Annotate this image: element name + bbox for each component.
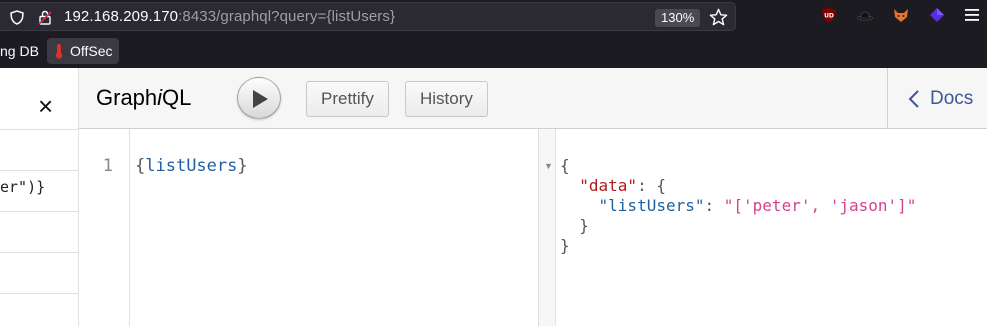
svg-text:UD: UD bbox=[824, 13, 834, 20]
divider bbox=[0, 170, 78, 171]
divider bbox=[0, 293, 78, 294]
query-editor[interactable]: 1 {listUsers} bbox=[79, 129, 538, 326]
side-panel: × er")} bbox=[0, 68, 79, 326]
chevron-left-icon bbox=[908, 90, 919, 108]
graphiql-toolbar: GraphiQL Prettify History Docs bbox=[79, 68, 987, 129]
line-gutter: 1 bbox=[79, 129, 130, 326]
execute-query-button[interactable] bbox=[237, 77, 281, 119]
query-code[interactable]: {listUsers} bbox=[135, 156, 248, 176]
star-icon[interactable] bbox=[709, 8, 728, 27]
lock-icon[interactable] bbox=[38, 10, 52, 25]
hamburger-menu-icon[interactable] bbox=[964, 8, 980, 22]
divider bbox=[0, 129, 78, 130]
result-gutter: ▼ bbox=[538, 129, 556, 326]
history-button[interactable]: History bbox=[405, 81, 488, 117]
result-json: { "data": { "listUsers": "['peter', 'jas… bbox=[560, 156, 917, 255]
browser-toolbar: 192.168.209.170:8433/graphql?query={list… bbox=[0, 0, 987, 68]
prettify-button[interactable]: Prettify bbox=[306, 81, 389, 117]
result-viewer[interactable]: ▼ { "data": { "listUsers": "['peter', 'j… bbox=[538, 129, 987, 326]
fold-arrow-icon[interactable]: ▼ bbox=[544, 161, 553, 171]
bookmark-offsec[interactable]: OffSec bbox=[47, 38, 119, 64]
bookmark-label: OffSec bbox=[70, 43, 113, 59]
url-text[interactable]: 192.168.209.170:8433/graphql?query={list… bbox=[64, 8, 395, 25]
url-bar[interactable]: 192.168.209.170:8433/graphql?query={list… bbox=[0, 2, 736, 31]
divider bbox=[0, 211, 78, 212]
cube-icon[interactable] bbox=[929, 7, 945, 23]
play-icon bbox=[253, 90, 268, 108]
bookmarks-bar: ng DB OffSec bbox=[0, 36, 987, 68]
thermometer-icon bbox=[55, 44, 63, 59]
shield-icon[interactable] bbox=[10, 10, 24, 25]
line-number: 1 bbox=[102, 156, 113, 176]
ublock-icon[interactable]: UD bbox=[821, 7, 837, 23]
bookmark-item[interactable]: ng DB bbox=[0, 43, 39, 59]
app-title: GraphiQL bbox=[96, 85, 192, 110]
hat-icon[interactable] bbox=[857, 7, 873, 23]
docs-button[interactable]: Docs bbox=[887, 68, 987, 129]
query-fragment[interactable]: er")} bbox=[0, 178, 45, 196]
fox-icon[interactable] bbox=[893, 7, 909, 23]
divider bbox=[0, 252, 78, 253]
close-icon[interactable]: × bbox=[38, 93, 53, 119]
zoom-level-badge[interactable]: 130% bbox=[655, 9, 701, 27]
docs-label: Docs bbox=[930, 88, 974, 109]
